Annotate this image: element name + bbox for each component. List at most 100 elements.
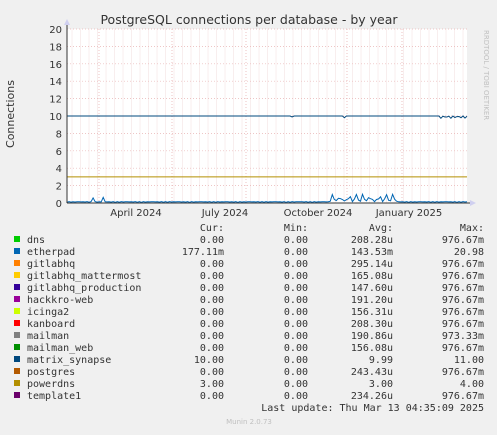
y-tick-label: 2: [56, 182, 62, 193]
legend-min: 0.00: [284, 331, 308, 342]
legend-swatch: [14, 272, 20, 278]
legend-max: 976.67m: [442, 271, 484, 282]
legend-row: icinga2 0.00 0.00 156.31u 976.67m: [14, 307, 484, 318]
y-tick-label: 18: [49, 42, 62, 53]
legend-cur: 0.00: [200, 367, 224, 378]
legend-row: hackkro-web 0.00 0.00 191.20u 976.67m: [14, 295, 484, 306]
legend-name: template1: [27, 391, 81, 402]
legend-swatch: [14, 284, 20, 290]
legend-max: 976.67m: [442, 319, 484, 330]
legend-avg: 143.53m: [351, 247, 393, 258]
legend-max: 976.67m: [442, 295, 484, 306]
last-update: Last update: Thu Mar 13 04:35:09 2025: [261, 403, 484, 414]
legend-cur: 0.00: [200, 259, 224, 270]
y-tick-label: 4: [56, 164, 62, 175]
legend-name: hackkro-web: [27, 295, 93, 306]
legend-swatch: [14, 356, 20, 362]
legend-name: mailman_web: [27, 343, 93, 354]
x-tick-label: July 2024: [201, 208, 249, 219]
legend-min: 0.00: [284, 379, 308, 390]
legend-swatch: [14, 296, 20, 302]
legend-row: mailman_web 0.00 0.00 156.08u 976.67m: [14, 343, 484, 354]
rrdtool-side-label: RRDTOOL / TOBI OETIKER: [482, 30, 490, 120]
legend-row: powerdns 3.00 0.00 3.00 4.00: [14, 379, 484, 390]
legend-max: 4.00: [460, 379, 484, 390]
legend-avg: 156.08u: [351, 343, 393, 354]
legend-cur: 0.00: [200, 283, 224, 294]
legend-max: 976.67m: [442, 343, 484, 354]
y-tick-label: 20: [49, 25, 62, 36]
legend-avg: 147.60u: [351, 283, 393, 294]
legend-avg: 165.08u: [351, 271, 393, 282]
legend-header-avg: Avg:: [369, 223, 393, 234]
y-tick-label: 6: [56, 147, 62, 158]
legend-min: 0.00: [284, 307, 308, 318]
legend-swatch: [14, 236, 20, 242]
y-tick-label: 14: [49, 77, 62, 88]
y-tick-label: 16: [49, 60, 62, 71]
legend-min: 0.00: [284, 271, 308, 282]
legend-name: powerdns: [27, 379, 75, 390]
legend-name: dns: [27, 235, 45, 246]
legend-row: mailman 0.00 0.00 190.86u 973.33m: [14, 331, 484, 342]
x-tick-label: October 2024: [284, 208, 353, 219]
legend-cur: 0.00: [200, 343, 224, 354]
legend-name: matrix_synapse: [27, 355, 111, 366]
y-axis-arrow: [64, 19, 70, 25]
legend-min: 0.00: [284, 259, 308, 270]
legend-max: 20.98: [454, 247, 484, 258]
x-tick-label: April 2024: [110, 208, 161, 219]
legend-row: gitlabhq_production 0.00 0.00 147.60u 976.67…: [14, 283, 484, 294]
legend-swatch: [14, 260, 20, 266]
legend-cur: 0.00: [200, 331, 224, 342]
x-tick-label: January 2025: [375, 208, 443, 219]
legend-row: etherpad 177.11m 0.00 143.53m 20.98: [14, 247, 484, 258]
munin-version: Munin 2.0.73: [226, 418, 272, 426]
chart-title: PostgreSQL connections per database - by…: [100, 12, 398, 27]
legend-cur: 177.11m: [182, 247, 224, 258]
legend-max: 976.67m: [442, 391, 484, 402]
legend: dns 0.00 0.00 208.28u 976.67metherpad 177.11m…: [14, 235, 484, 402]
legend-avg: 208.28u: [351, 235, 393, 246]
legend-cur: 0.00: [200, 295, 224, 306]
legend-row: gitlabhq 0.00 0.00 295.14u 976.67m: [14, 259, 484, 270]
legend-cur: 10.00: [194, 355, 224, 366]
legend-name: mailman: [27, 331, 69, 342]
legend-min: 0.00: [284, 295, 308, 306]
legend-avg: 190.86u: [351, 331, 393, 342]
legend-avg: 234.26u: [351, 391, 393, 402]
legend-max: 976.67m: [442, 259, 484, 270]
legend-row: dns 0.00 0.00 208.28u 976.67m: [14, 235, 484, 246]
legend-max: 976.67m: [442, 283, 484, 294]
legend-avg: 191.20u: [351, 295, 393, 306]
y-tick-label: 10: [49, 112, 62, 123]
legend-header-min: Min:: [284, 223, 308, 234]
legend-name: gitlabhq_production: [27, 283, 141, 294]
legend-row: template1 0.00 0.00 234.26u 976.67m: [14, 391, 484, 402]
legend-row: gitlabhq_mattermost 0.00 0.00 165.08u 976.67…: [14, 271, 484, 282]
legend-cur: 0.00: [200, 391, 224, 402]
legend-swatch: [14, 344, 20, 350]
legend-swatch: [14, 368, 20, 374]
chart-svg: PostgreSQL connections per database - by…: [4, 12, 490, 426]
legend-name: etherpad: [27, 247, 75, 258]
legend-max: 976.67m: [442, 307, 484, 318]
legend-cur: 0.00: [200, 235, 224, 246]
legend-min: 0.00: [284, 355, 308, 366]
legend-swatch: [14, 332, 20, 338]
legend-avg: 243.43u: [351, 367, 393, 378]
legend-avg: 3.00: [369, 379, 393, 390]
legend-name: icinga2: [27, 307, 69, 318]
legend-row: kanboard 0.00 0.00 208.30u 976.67m: [14, 319, 484, 330]
legend-header: Cur: Min: Avg: Max:: [200, 223, 484, 234]
legend-cur: 3.00: [200, 379, 224, 390]
legend-min: 0.00: [284, 283, 308, 294]
legend-max: 976.67m: [442, 235, 484, 246]
legend-avg: 156.31u: [351, 307, 393, 318]
legend-swatch: [14, 308, 20, 314]
y-tick-label: 0: [56, 199, 62, 210]
legend-name: kanboard: [27, 319, 75, 330]
legend-cur: 0.00: [200, 307, 224, 318]
legend-max: 11.00: [454, 355, 484, 366]
legend-avg: 208.30u: [351, 319, 393, 330]
